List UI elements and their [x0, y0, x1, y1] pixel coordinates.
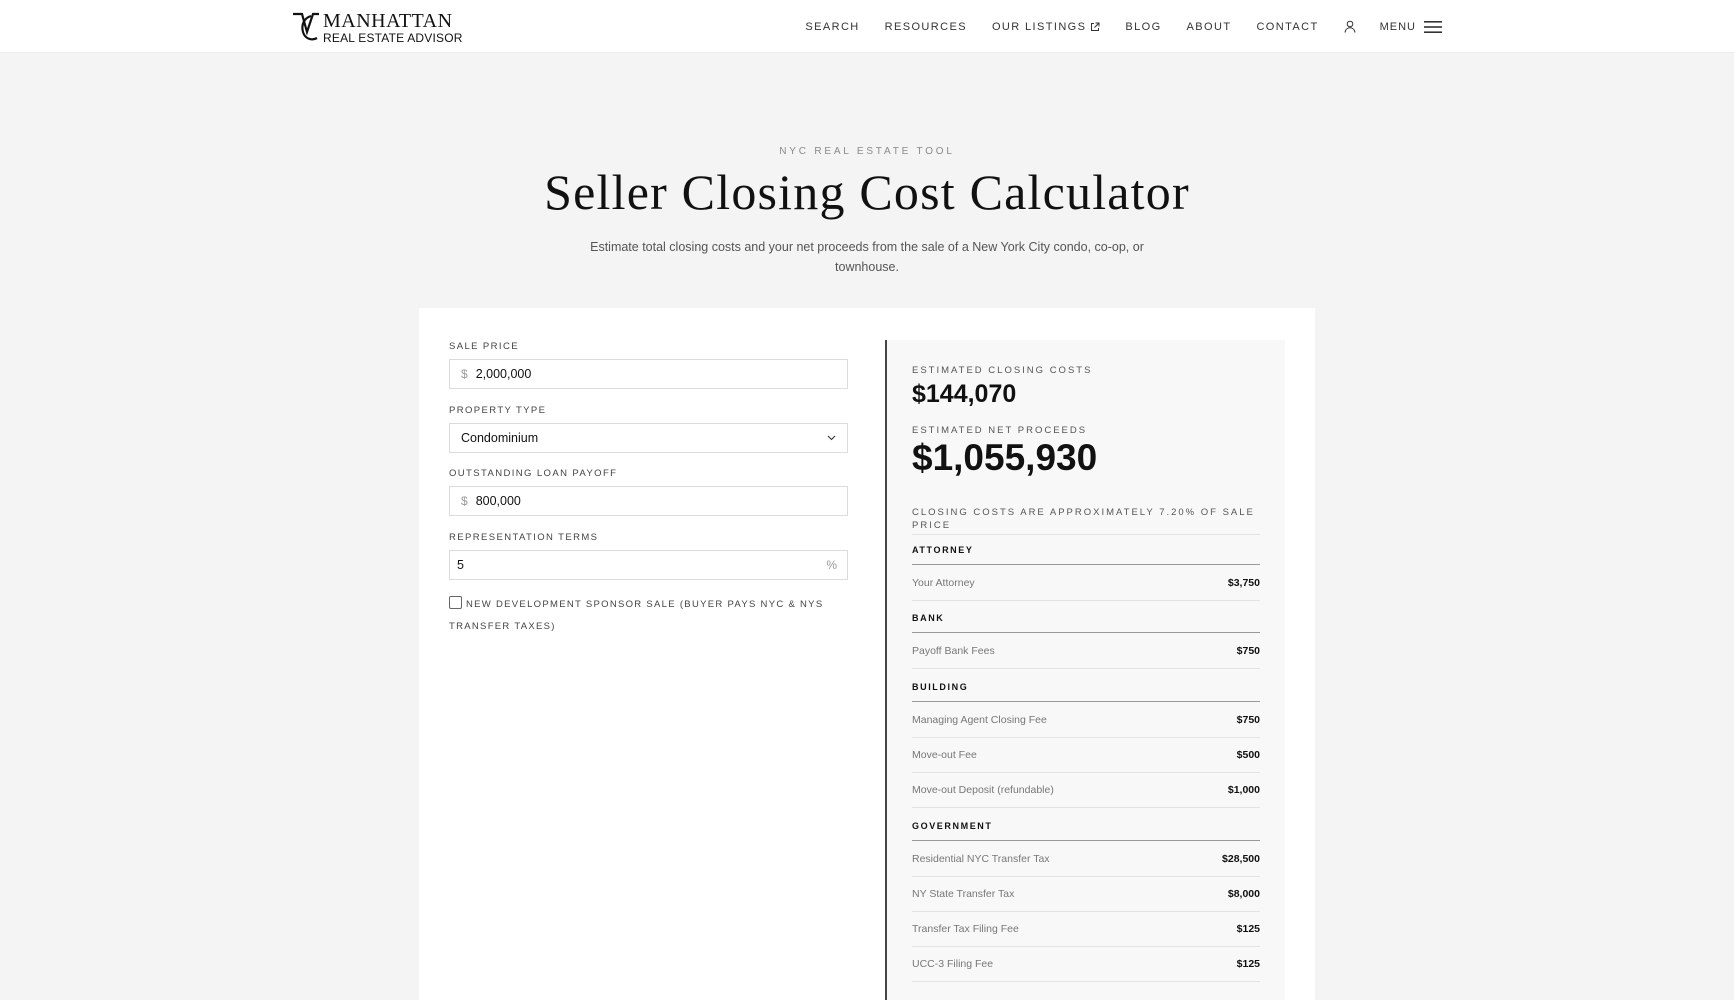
user-account-icon[interactable]: [1344, 20, 1356, 33]
divider: [912, 534, 1260, 535]
cost-row-label: Your Attorney: [912, 577, 975, 589]
cost-row-label: Managing Agent Closing Fee: [912, 714, 1047, 726]
sponsor-sale-label: NEW DEVELOPMENT SPONSOR SALE (BUYER PAYS…: [449, 599, 824, 632]
calculator-card: SALE PRICE $ PROPERTY TYPE Condominium O…: [419, 308, 1315, 1000]
page-title: Seller Closing Cost Calculator: [544, 164, 1190, 220]
logo-name: MANHATTAN: [323, 10, 453, 32]
results-panel: ESTIMATED CLOSING COSTS $144,070 ESTIMAT…: [885, 340, 1285, 1000]
representation-terms-field: %: [449, 550, 848, 580]
closing-costs-value: $144,070: [912, 380, 1017, 408]
cost-row-label: Payoff Bank Fees: [912, 645, 995, 657]
site-header: MANHATTAN REAL ESTATE ADVISOR SEARCH RES…: [0, 0, 1734, 53]
cost-row-label: Residential NYC Transfer Tax: [912, 853, 1050, 865]
cost-row-amount: $750: [1236, 714, 1260, 726]
sponsor-sale-option: NEW DEVELOPMENT SPONSOR SALE (BUYER PAYS…: [449, 594, 849, 638]
cost-row-amount: $3,750: [1227, 577, 1260, 589]
cost-row: UCC-3 Filing Fee $125: [912, 947, 1260, 982]
nav-our-listings[interactable]: OUR LISTINGS: [992, 21, 1100, 33]
cost-row: Transfer Tax Filing Fee $125: [912, 912, 1260, 947]
sponsor-sale-checkbox[interactable]: [449, 596, 462, 609]
logo-monogram-icon: [293, 12, 319, 41]
cost-row: Move-out Fee $500: [912, 738, 1260, 773]
nav-contact[interactable]: CONTACT: [1256, 21, 1318, 33]
cost-row: Your Attorney $3,750: [912, 566, 1260, 601]
cost-row-label: Move-out Fee: [912, 749, 977, 761]
section-header-government: GOVERNMENT: [912, 816, 1260, 841]
property-type-value: Condominium: [461, 431, 539, 445]
main-nav: SEARCH RESOURCES OUR LISTINGS BLOG ABOUT…: [780, 0, 1442, 53]
nav-about[interactable]: ABOUT: [1187, 21, 1232, 33]
external-link-icon: [1091, 22, 1100, 31]
cost-row: NY State Transfer Tax $8,000: [912, 877, 1260, 912]
hamburger-icon: [1424, 20, 1442, 33]
sale-price-input[interactable]: [475, 360, 847, 388]
cost-row: Payoff Bank Fees $750: [912, 634, 1260, 669]
loan-payoff-field: $: [449, 486, 848, 516]
cost-row-amount: $750: [1236, 645, 1260, 657]
cost-row-label: Transfer Tax Filing Fee: [912, 923, 1019, 935]
nav-resources[interactable]: RESOURCES: [885, 21, 967, 33]
loan-payoff-input[interactable]: [475, 487, 847, 515]
representation-terms-label: REPRESENTATION TERMS: [449, 532, 599, 543]
cost-row: Managing Agent Closing Fee $750: [912, 703, 1260, 738]
section-header-building: BUILDING: [912, 677, 1260, 702]
cost-row: Residential NYC Transfer Tax $28,500: [912, 842, 1260, 877]
logo-tagline: REAL ESTATE ADVISOR: [323, 31, 463, 45]
loan-payoff-label: OUTSTANDING LOAN PAYOFF: [449, 468, 618, 479]
property-type-label: PROPERTY TYPE: [449, 405, 547, 416]
loan-payoff-currency-prefix: $: [461, 494, 468, 508]
section-header-attorney: ATTORNEY: [912, 540, 1260, 565]
cost-row-amount: $8,000: [1227, 888, 1260, 900]
cost-row-amount: $500: [1236, 749, 1260, 761]
menu-label: MENU: [1379, 20, 1416, 33]
page-description: Estimate total closing costs and your ne…: [590, 240, 1144, 274]
section-header-bank: BANK: [912, 608, 1260, 633]
site-logo[interactable]: MANHATTAN REAL ESTATE ADVISOR: [292, 11, 463, 44]
closing-costs-percent-note: CLOSING COSTS ARE APPROXIMATELY 7.20% OF…: [912, 507, 1255, 531]
property-type-select[interactable]: Condominium: [449, 423, 848, 453]
cost-row-amount: $1,000: [1227, 784, 1260, 796]
cost-row-label: UCC-3 Filing Fee: [912, 958, 994, 970]
cost-row-amount: $125: [1236, 923, 1260, 935]
sale-price-label: SALE PRICE: [449, 341, 519, 352]
menu-button[interactable]: MENU: [1380, 20, 1442, 34]
representation-percent-suffix: %: [826, 558, 837, 572]
cost-row: Move-out Deposit (refundable) $1,000: [912, 773, 1260, 808]
nav-our-listings-label: OUR LISTINGS: [991, 20, 1087, 33]
chevron-down-icon: [827, 435, 836, 441]
sale-price-currency-prefix: $: [461, 367, 468, 381]
cost-row-amount: $125: [1236, 958, 1260, 970]
net-proceeds-label: ESTIMATED NET PROCEEDS: [912, 425, 1088, 436]
cost-row-label: NY State Transfer Tax: [912, 888, 1015, 900]
cost-row-amount: $28,500: [1222, 853, 1260, 865]
representation-terms-input[interactable]: [457, 551, 821, 579]
cost-row-label: Move-out Deposit (refundable): [912, 784, 1054, 796]
closing-costs-label: ESTIMATED CLOSING COSTS: [912, 365, 1093, 376]
nav-search[interactable]: SEARCH: [805, 21, 859, 33]
hero-eyebrow: NYC REAL ESTATE TOOL: [779, 146, 955, 157]
nav-blog[interactable]: BLOG: [1125, 21, 1161, 33]
net-proceeds-value: $1,055,930: [912, 437, 1098, 478]
sale-price-field: $: [449, 359, 848, 389]
